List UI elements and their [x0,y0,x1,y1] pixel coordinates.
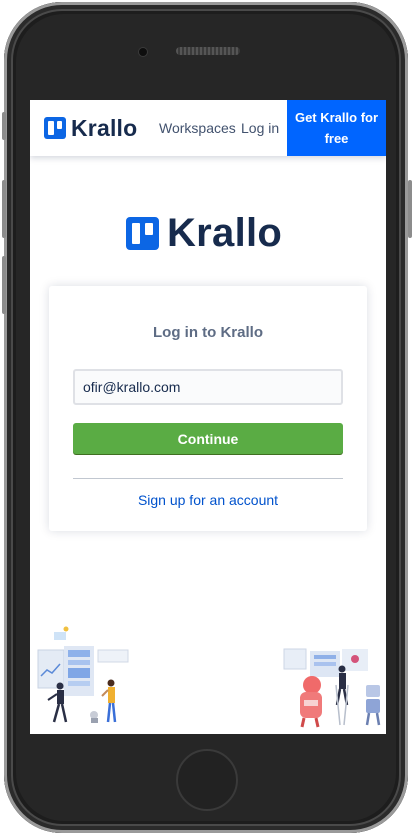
screen: Krallo Workspaces Log in Get Krallo for … [30,100,386,734]
mute-switch [2,112,6,140]
login-title: Log in to Krallo [153,324,263,341]
nav-login-link[interactable]: Log in [241,120,279,136]
front-camera [139,48,147,56]
get-krallo-free-button[interactable]: Get Krallo for free [287,100,386,156]
volume-down-button [2,256,6,314]
team-working-illustration [37,626,129,723]
volume-up-button [2,180,6,238]
main-logo-text: Krallo [167,211,283,255]
card-divider [73,478,343,479]
earpiece-speaker [176,47,240,55]
main-logo: Krallo [126,211,282,256]
signup-link[interactable]: Sign up for an account [49,492,367,508]
power-button [408,180,412,238]
login-card: Log in to Krallo Continue Sign up for an… [49,286,367,531]
krallo-board-icon [126,217,159,250]
header-logo[interactable]: Krallo [44,114,138,141]
continue-button[interactable]: Continue [73,423,343,454]
nav-workspaces-link[interactable]: Workspaces [159,120,236,136]
krallo-board-icon [44,117,66,139]
home-button[interactable] [176,749,238,811]
header-logo-text: Krallo [71,114,138,141]
board-planning-illustration [283,648,381,728]
email-field[interactable] [73,369,343,405]
top-navigation-bar: Krallo Workspaces Log in Get Krallo for … [30,100,386,156]
